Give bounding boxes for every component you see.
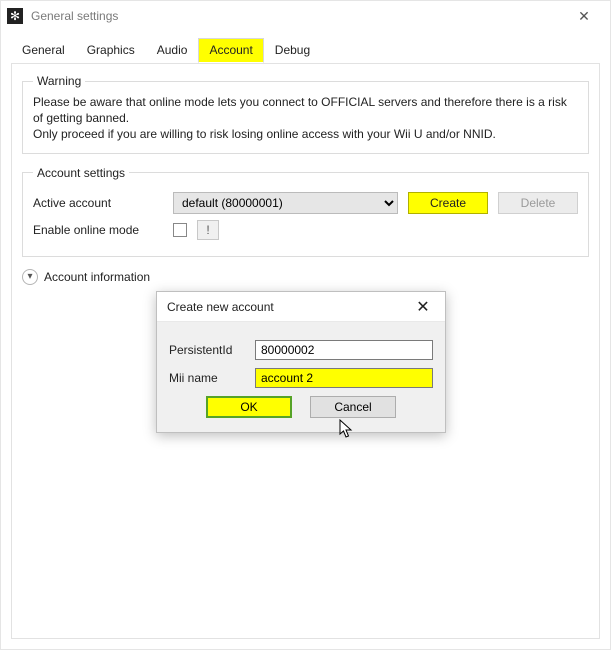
tabstrip: General Graphics Audio Account Debug xyxy=(1,31,610,63)
tab-account[interactable]: Account xyxy=(198,38,263,63)
delete-account-button: Delete xyxy=(498,192,578,214)
online-mode-row: Enable online mode ! xyxy=(33,220,578,240)
active-account-label: Active account xyxy=(33,196,163,210)
ok-button[interactable]: OK xyxy=(206,396,292,418)
persistentid-input[interactable] xyxy=(255,340,433,360)
create-account-button[interactable]: Create xyxy=(408,192,488,214)
enable-online-checkbox[interactable] xyxy=(173,223,187,237)
tab-graphics[interactable]: Graphics xyxy=(76,38,146,63)
online-info-button[interactable]: ! xyxy=(197,220,219,240)
active-account-select[interactable]: default (80000001) xyxy=(173,192,398,214)
enable-online-label: Enable online mode xyxy=(33,223,163,237)
account-settings-legend: Account settings xyxy=(33,166,129,180)
dialog-titlebar: Create new account ✕ xyxy=(157,292,445,322)
tab-audio[interactable]: Audio xyxy=(146,38,199,63)
warning-legend: Warning xyxy=(33,74,85,88)
gear-icon: ✻ xyxy=(7,8,23,24)
active-account-row: Active account default (80000001) Create… xyxy=(33,192,578,214)
account-info-label: Account information xyxy=(44,270,150,284)
close-button[interactable]: ✕ xyxy=(564,3,604,29)
persistentid-label: PersistentId xyxy=(169,343,247,357)
dialog-body: PersistentId Mii name OK Cancel xyxy=(157,322,445,432)
settings-window: ✻ General settings ✕ General Graphics Au… xyxy=(0,0,611,650)
account-info-expander[interactable]: ▾ Account information xyxy=(22,269,589,285)
tab-debug[interactable]: Debug xyxy=(264,38,321,63)
titlebar: ✻ General settings ✕ xyxy=(1,1,610,31)
warning-group: Warning Please be aware that online mode… xyxy=(22,74,589,154)
miiname-label: Mii name xyxy=(169,371,247,385)
tab-general[interactable]: General xyxy=(11,38,76,63)
cancel-button[interactable]: Cancel xyxy=(310,396,396,418)
warning-line1: Please be aware that online mode lets yo… xyxy=(33,94,578,126)
chevron-down-icon: ▾ xyxy=(22,269,38,285)
account-settings-group: Account settings Active account default … xyxy=(22,166,589,257)
miiname-input[interactable] xyxy=(255,368,433,388)
window-title: General settings xyxy=(31,9,564,23)
warning-line2: Only proceed if you are willing to risk … xyxy=(33,126,578,142)
create-account-dialog: Create new account ✕ PersistentId Mii na… xyxy=(156,291,446,433)
dialog-title: Create new account xyxy=(167,300,274,314)
dialog-close-button[interactable]: ✕ xyxy=(411,297,435,317)
